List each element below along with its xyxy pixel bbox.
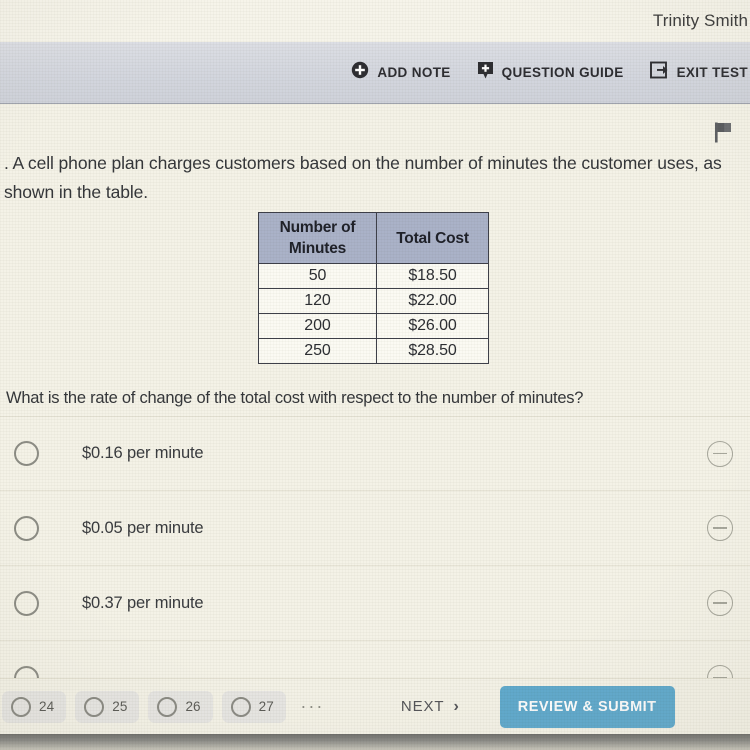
question-status-circle-icon [84,696,105,717]
table-row: 50 $18.50 [258,263,489,289]
exit-test-button[interactable]: EXIT TEST [649,61,748,84]
question-nav-26[interactable]: 26 [148,690,213,723]
eliminate-icon-3[interactable] [707,590,733,616]
answer-option-3[interactable]: $0.37 per minute [0,566,750,641]
next-label: NEXT [400,698,445,715]
table-row: 120 $22.00 [258,288,489,314]
question-number-27: 27 [258,699,274,714]
question-nav-25[interactable]: 25 [75,690,140,723]
header-minutes-line1: Number of [279,219,356,236]
exit-test-label: EXIT TEST [676,65,748,80]
data-table-wrapper: Number of Minutes Total Cost 50 $18.50 1… [258,212,489,364]
exit-arrow-icon [649,61,669,84]
eliminate-icon-4[interactable] [707,665,733,678]
table-row: 250 $28.50 [258,338,489,364]
cell-minutes: 200 [258,313,377,339]
question-guide-label: QUESTION GUIDE [501,65,624,80]
answer-option-4-partial[interactable] [0,641,750,678]
question-stem: . A cell phone plan charges customers ba… [4,153,722,202]
question-status-circle-icon [11,696,31,717]
column-header-minutes: Number of Minutes [258,212,377,264]
question-number-25: 25 [112,699,128,714]
cost-table: Number of Minutes Total Cost 50 $18.50 1… [258,212,489,364]
answer-options-list: $0.16 per minute $0.05 per minute $0.37 … [0,416,750,678]
flag-icon [714,122,733,147]
answer-option-2[interactable]: $0.05 per minute [0,491,750,566]
cell-cost: $26.00 [376,313,489,339]
plus-circle-icon [351,61,369,84]
footer-strip [0,734,750,750]
cell-cost: $28.50 [376,338,489,364]
more-questions-ellipsis[interactable]: ... [301,692,325,721]
question-nav-24[interactable]: 24 [2,690,67,723]
table-row: 200 $26.00 [258,313,489,339]
radio-button-1[interactable] [14,441,39,466]
column-header-cost: Total Cost [376,212,489,264]
answer-option-2-label: $0.05 per minute [82,518,204,537]
question-status-circle-icon [157,696,178,717]
username-label: Trinity Smith [652,11,748,30]
answer-option-3-label: $0.37 per minute [82,593,204,612]
question-status-circle-icon [230,696,251,717]
question-nav-27[interactable]: 27 [221,690,286,723]
answer-option-1[interactable]: $0.16 per minute [0,416,750,491]
table-header-row: Number of Minutes Total Cost [258,212,489,264]
header-minutes-line2: Minutes [288,240,347,257]
table-body: 50 $18.50 120 $22.00 200 $26.00 250 $28.… [258,263,489,364]
question-area: . A cell phone plan charges customers ba… [0,104,750,678]
eliminate-icon-2[interactable] [707,515,733,541]
test-toolbar: ADD NOTE QUESTION GUIDE EXIT TEST [0,42,750,104]
cell-cost: $18.50 [376,263,489,289]
user-bar: Trinity Smith [0,0,750,42]
cell-minutes: 50 [258,263,377,289]
eliminate-icon-1[interactable] [707,440,733,467]
add-note-label: ADD NOTE [377,65,451,80]
answer-option-1-label: $0.16 per minute [82,444,204,462]
cell-minutes: 120 [258,288,377,314]
review-and-submit-button[interactable]: REVIEW & SUBMIT [499,685,675,728]
add-note-button[interactable]: ADD NOTE [351,61,450,84]
next-button[interactable]: NEXT › [401,698,460,716]
bottom-navigation-bar: 24 25 26 27 ... NEXT › REVIEW & SUBMIT [0,678,750,734]
radio-button-3[interactable] [14,590,39,616]
flag-question-button[interactable] [714,122,733,148]
cell-minutes: 250 [258,338,377,364]
bookmark-plus-icon [477,61,494,85]
question-prompt: What is the rate of change of the total … [6,389,584,407]
radio-button-4[interactable] [14,665,39,678]
chevron-right-icon: › [453,697,460,715]
question-number-24: 24 [39,699,55,714]
question-guide-button[interactable]: QUESTION GUIDE [477,61,624,85]
radio-button-2[interactable] [14,515,39,541]
cell-cost: $22.00 [376,288,489,314]
question-number-26: 26 [185,699,201,714]
